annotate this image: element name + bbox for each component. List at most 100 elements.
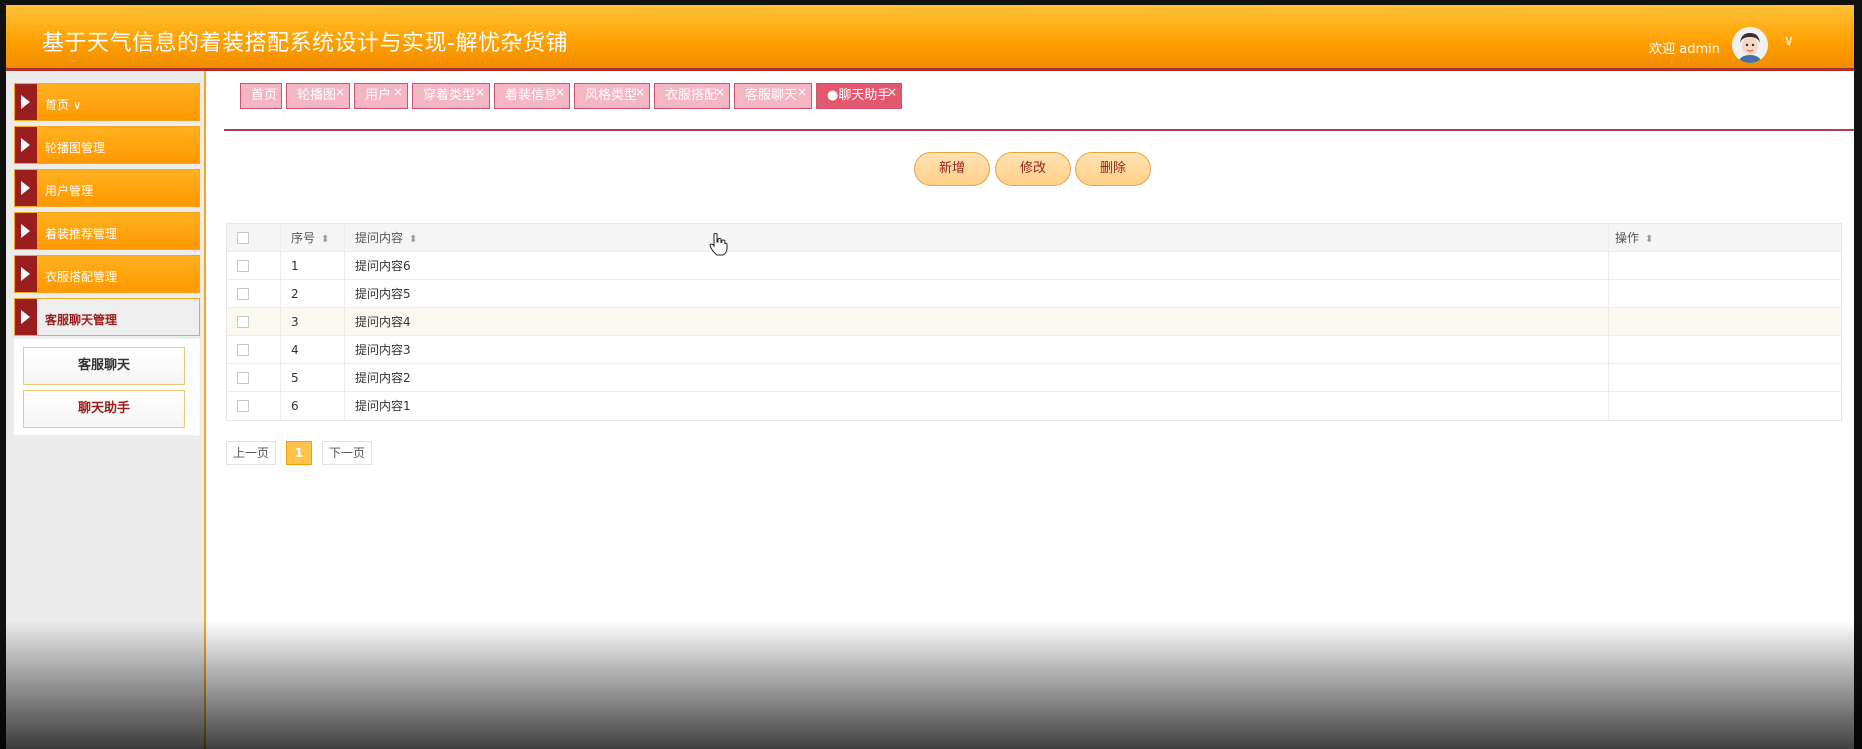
- tab-wear-type[interactable]: 穿着类型 ×: [412, 83, 490, 109]
- sidebar-item-label: 客服聊天管理: [45, 313, 118, 327]
- triangle-arrow-icon: [15, 213, 37, 249]
- main-content: 首页 轮播图 × 用户 × 穿着类型 × 着装信息 × 风格类型 × 衣服搭配 …: [206, 71, 1854, 749]
- delete-button[interactable]: 删除: [1075, 152, 1151, 186]
- sidebar-item-customer-chat[interactable]: 客服聊天管理: [14, 298, 200, 336]
- submenu-item-chat-assistant[interactable]: 聊天助手: [23, 390, 185, 428]
- data-table: 序号 ⬍ 提问内容 ⬍ 操作 ⬍ 1 提问内容6 2 提问内容5 3 提问内容4: [226, 223, 1842, 421]
- triangle-arrow-icon: [15, 299, 37, 335]
- row-checkbox[interactable]: [237, 288, 249, 300]
- prev-page-button[interactable]: 上一页: [226, 441, 276, 465]
- row-actions: [1609, 252, 1843, 279]
- table-row[interactable]: 6 提问内容1: [227, 392, 1841, 420]
- row-actions: [1609, 392, 1843, 420]
- tab-label: 风格类型: [585, 88, 638, 103]
- row-question: 提问内容6: [345, 252, 1609, 279]
- sort-icon[interactable]: ⬍: [1645, 234, 1653, 245]
- app-screen: 基于天气信息的着装搭配系统设计与实现-解忧杂货铺 欢迎 admin ∨ 首页 ∨…: [0, 0, 1862, 749]
- tab-label: 衣服搭配: [665, 88, 718, 103]
- column-label: 序号: [291, 231, 316, 245]
- row-actions: [1609, 308, 1843, 335]
- row-checkbox[interactable]: [237, 316, 249, 328]
- tab-users[interactable]: 用户 ×: [354, 83, 408, 109]
- tab-style-type[interactable]: 风格类型 ×: [574, 83, 650, 109]
- tab-outfit-info[interactable]: 着装信息 ×: [494, 83, 570, 109]
- column-header-actions[interactable]: 操作 ⬍: [1609, 224, 1843, 251]
- table-header-row: 序号 ⬍ 提问内容 ⬍ 操作 ⬍: [227, 224, 1841, 252]
- user-menu-chevron-icon[interactable]: ∨: [1784, 33, 1794, 49]
- sidebar-item-outfit-recommend[interactable]: 着装推荐管理: [14, 212, 200, 250]
- tab-label: ●聊天助手: [827, 88, 891, 103]
- close-icon[interactable]: ×: [715, 80, 725, 104]
- row-checkbox-cell: [227, 336, 281, 363]
- row-question: 提问内容3: [345, 336, 1609, 363]
- tab-chat-assistant[interactable]: ●聊天助手 ×: [816, 83, 902, 109]
- table-row[interactable]: 5 提问内容2: [227, 364, 1841, 392]
- column-header-question[interactable]: 提问内容 ⬍: [345, 224, 1609, 251]
- row-number: 6: [281, 392, 345, 420]
- sort-icon[interactable]: ⬍: [409, 234, 417, 245]
- row-number: 3: [281, 308, 345, 335]
- table-row[interactable]: 2 提问内容5: [227, 280, 1841, 308]
- row-checkbox-cell: [227, 308, 281, 335]
- row-actions: [1609, 364, 1843, 391]
- tab-carousel[interactable]: 轮播图 ×: [286, 83, 350, 109]
- tab-label: 首页: [251, 88, 278, 103]
- row-checkbox-cell: [227, 252, 281, 279]
- user-avatar[interactable]: [1732, 27, 1768, 63]
- tab-clothing-match[interactable]: 衣服搭配 ×: [654, 83, 730, 109]
- edit-button[interactable]: 修改: [995, 152, 1071, 186]
- page-number-current[interactable]: 1: [286, 441, 312, 465]
- tab-label: 客服聊天: [745, 88, 798, 103]
- close-icon[interactable]: ×: [335, 80, 345, 104]
- table-row[interactable]: 3 提问内容4: [227, 308, 1841, 336]
- row-actions: [1609, 336, 1843, 363]
- screen-border-right: [1854, 0, 1862, 749]
- row-checkbox[interactable]: [237, 260, 249, 272]
- column-header-no[interactable]: 序号 ⬍: [281, 224, 345, 251]
- row-number: 2: [281, 280, 345, 307]
- sidebar-item-users[interactable]: 用户管理: [14, 169, 200, 207]
- table-row[interactable]: 4 提问内容3: [227, 336, 1841, 364]
- triangle-arrow-icon: [15, 84, 37, 120]
- row-checkbox[interactable]: [237, 344, 249, 356]
- top-header: 基于天气信息的着装搭配系统设计与实现-解忧杂货铺 欢迎 admin ∨: [6, 5, 1854, 71]
- close-icon[interactable]: ×: [393, 80, 403, 104]
- select-all-checkbox[interactable]: [237, 232, 249, 244]
- column-label: 提问内容: [355, 231, 404, 245]
- row-actions: [1609, 280, 1843, 307]
- row-checkbox[interactable]: [237, 400, 249, 412]
- sidebar-item-clothing-match[interactable]: 衣服搭配管理: [14, 255, 200, 293]
- tab-home[interactable]: 首页: [240, 83, 282, 109]
- next-page-button[interactable]: 下一页: [322, 441, 372, 465]
- column-label: 操作: [1615, 231, 1640, 245]
- header-checkbox-cell: [227, 224, 281, 251]
- sidebar-item-carousel[interactable]: 轮播图管理: [14, 126, 200, 164]
- row-checkbox[interactable]: [237, 372, 249, 384]
- tab-customer-chat[interactable]: 客服聊天 ×: [734, 83, 812, 109]
- avatar-icon: [1732, 27, 1768, 63]
- close-icon[interactable]: ×: [797, 80, 807, 104]
- table-row[interactable]: 1 提问内容6: [227, 252, 1841, 280]
- tab-divider: [224, 129, 1854, 131]
- tab-label: 穿着类型: [423, 88, 476, 103]
- row-question: 提问内容2: [345, 364, 1609, 391]
- tab-label: 用户: [365, 88, 392, 103]
- row-checkbox-cell: [227, 364, 281, 391]
- triangle-arrow-icon: [15, 256, 37, 292]
- sidebar-item-home[interactable]: 首页 ∨: [14, 83, 200, 121]
- sort-icon[interactable]: ⬍: [321, 234, 329, 245]
- tab-label: 轮播图: [297, 88, 337, 103]
- close-icon[interactable]: ×: [635, 80, 645, 104]
- sidebar: 首页 ∨ 轮播图管理 用户管理 着装推荐管理 衣服搭配管理 客服聊天管理 客服聊…: [6, 71, 206, 749]
- close-icon[interactable]: ×: [887, 80, 897, 104]
- submenu-customer-chat: 客服聊天 聊天助手: [14, 339, 200, 435]
- sidebar-item-label: 着装推荐管理: [45, 227, 118, 241]
- app-title: 基于天气信息的着装搭配系统设计与实现-解忧杂货铺: [42, 31, 568, 56]
- sidebar-item-label: 首页 ∨: [45, 98, 82, 112]
- row-question: 提问内容5: [345, 280, 1609, 307]
- close-icon[interactable]: ×: [475, 80, 485, 104]
- add-button[interactable]: 新增: [914, 152, 990, 186]
- close-icon[interactable]: ×: [555, 80, 565, 104]
- submenu-item-customer-chat[interactable]: 客服聊天: [23, 347, 185, 385]
- welcome-text: 欢迎 admin: [1649, 42, 1720, 57]
